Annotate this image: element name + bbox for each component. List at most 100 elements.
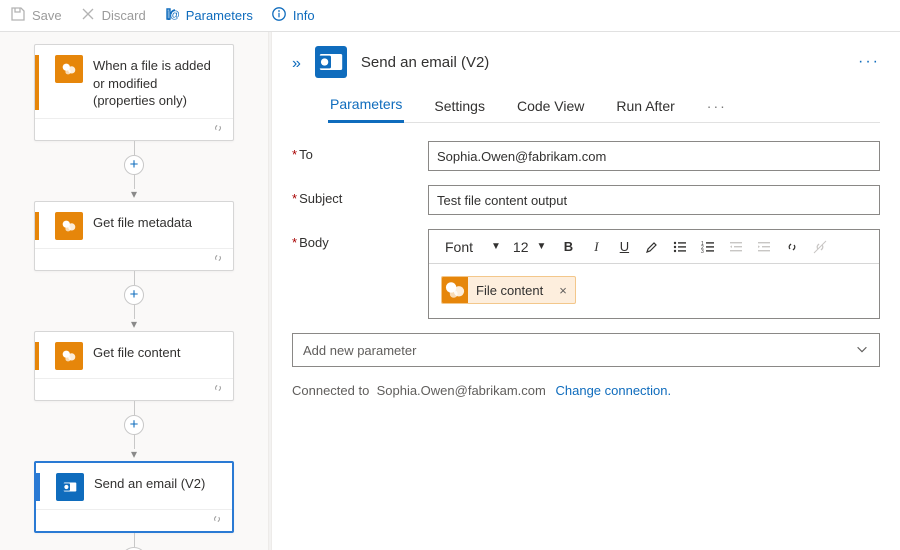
discard-button: Discard bbox=[80, 6, 146, 25]
add-step-button[interactable]: + bbox=[124, 285, 144, 305]
parameters-label: Parameters bbox=[186, 8, 253, 23]
discard-label: Discard bbox=[102, 8, 146, 23]
fontsize-select[interactable]: 12▼ bbox=[509, 235, 554, 259]
italic-button[interactable]: I bbox=[582, 233, 610, 261]
connector: + ▾ bbox=[134, 401, 135, 461]
info-icon bbox=[271, 6, 287, 25]
save-label: Save bbox=[32, 8, 62, 23]
to-input[interactable] bbox=[428, 141, 880, 171]
tab-codeview[interactable]: Code View bbox=[515, 90, 586, 122]
connector: + ▾ bbox=[134, 271, 135, 331]
command-bar: Save Discard [@] Parameters Info bbox=[0, 0, 900, 32]
info-button[interactable]: Info bbox=[271, 6, 315, 25]
flow-card-send-email[interactable]: Send an email (V2) bbox=[34, 461, 234, 533]
link-button[interactable] bbox=[778, 233, 806, 261]
detail-title: Send an email (V2) bbox=[361, 54, 489, 71]
font-select[interactable]: Font▼ bbox=[435, 235, 509, 259]
save-icon bbox=[10, 6, 26, 25]
link-icon bbox=[211, 121, 225, 138]
token-label: File content bbox=[468, 283, 551, 298]
flow-card-get-content[interactable]: Get file content bbox=[34, 331, 234, 401]
field-body: *Body Font▼ 12▼ B I U 123 bbox=[292, 229, 880, 319]
remove-token-button[interactable]: × bbox=[551, 283, 575, 298]
detail-tabs: Parameters Settings Code View Run After … bbox=[328, 88, 880, 123]
rte-toolbar: Font▼ 12▼ B I U 123 bbox=[429, 230, 879, 264]
indent-button[interactable] bbox=[750, 233, 778, 261]
chevron-down-icon bbox=[855, 342, 869, 359]
body-input[interactable]: File content × bbox=[429, 264, 879, 318]
flow-card-trigger[interactable]: When a file is added or modified (proper… bbox=[34, 44, 234, 141]
underline-button[interactable]: U bbox=[610, 233, 638, 261]
card-title: Get file metadata bbox=[93, 212, 223, 232]
chevron-down-icon: ▾ bbox=[131, 187, 137, 201]
field-to: *To bbox=[292, 141, 880, 171]
card-title: Get file content bbox=[93, 342, 223, 362]
bullet-list-button[interactable] bbox=[666, 233, 694, 261]
connector-end: + bbox=[134, 533, 135, 550]
tab-parameters[interactable]: Parameters bbox=[328, 88, 404, 123]
discard-icon bbox=[80, 6, 96, 25]
add-step-button[interactable]: + bbox=[124, 155, 144, 175]
bold-button[interactable]: B bbox=[554, 233, 582, 261]
collapse-pane-button[interactable]: » bbox=[292, 51, 301, 73]
sharepoint-icon bbox=[55, 342, 83, 370]
card-title: When a file is added or modified (proper… bbox=[93, 55, 223, 110]
tab-more[interactable]: ··· bbox=[705, 90, 729, 122]
add-parameter-label: Add new parameter bbox=[303, 343, 416, 358]
highlight-button[interactable] bbox=[638, 233, 666, 261]
tab-runafter[interactable]: Run After bbox=[614, 90, 676, 122]
link-icon bbox=[210, 512, 224, 529]
main-layout: When a file is added or modified (proper… bbox=[0, 32, 900, 550]
chevron-down-icon: ▼ bbox=[537, 241, 547, 252]
sharepoint-icon bbox=[55, 212, 83, 240]
card-accent bbox=[35, 342, 39, 370]
connection-account: Sophia.Owen@fabrikam.com bbox=[377, 383, 546, 398]
flow-designer-pane: When a file is added or modified (proper… bbox=[0, 32, 268, 550]
add-parameter-dropdown[interactable]: Add new parameter bbox=[292, 333, 880, 367]
tab-settings[interactable]: Settings bbox=[432, 90, 487, 122]
outlook-icon bbox=[315, 46, 347, 78]
connection-prefix: Connected to bbox=[292, 383, 369, 398]
unlink-button[interactable] bbox=[806, 233, 834, 261]
required-indicator: * bbox=[292, 147, 297, 162]
svg-text:3: 3 bbox=[701, 249, 704, 255]
dynamic-content-token[interactable]: File content × bbox=[441, 276, 576, 304]
card-accent bbox=[36, 473, 40, 501]
parameters-form: *To *Subject *Body Font▼ 12▼ B I bbox=[292, 141, 880, 398]
subject-input[interactable] bbox=[428, 185, 880, 215]
sharepoint-icon bbox=[442, 277, 468, 303]
to-label: To bbox=[299, 147, 313, 162]
card-title: Send an email (V2) bbox=[94, 473, 222, 493]
subject-label: Subject bbox=[299, 191, 342, 206]
chevron-down-icon: ▾ bbox=[131, 317, 137, 331]
flow-card-get-metadata[interactable]: Get file metadata bbox=[34, 201, 234, 271]
card-accent bbox=[35, 55, 39, 110]
body-label: Body bbox=[299, 235, 329, 250]
outlook-icon bbox=[56, 473, 84, 501]
change-connection-link[interactable]: Change connection. bbox=[555, 383, 671, 398]
required-indicator: * bbox=[292, 191, 297, 206]
connection-info: Connected to Sophia.Owen@fabrikam.com Ch… bbox=[292, 383, 880, 398]
add-step-button[interactable]: + bbox=[121, 547, 147, 550]
info-label: Info bbox=[293, 8, 315, 23]
card-accent bbox=[35, 212, 39, 240]
parameters-icon: [@] bbox=[164, 6, 180, 25]
number-list-button[interactable]: 123 bbox=[694, 233, 722, 261]
detail-header: » Send an email (V2) ··· bbox=[292, 46, 880, 78]
chevron-down-icon: ▼ bbox=[491, 241, 501, 252]
required-indicator: * bbox=[292, 235, 297, 250]
sharepoint-icon bbox=[55, 55, 83, 83]
action-detail-pane: » Send an email (V2) ··· Parameters Sett… bbox=[272, 32, 900, 550]
more-actions-button[interactable]: ··· bbox=[858, 53, 880, 71]
parameters-button[interactable]: [@] Parameters bbox=[164, 6, 253, 25]
connector: + ▾ bbox=[134, 141, 135, 201]
link-icon bbox=[211, 251, 225, 268]
chevron-down-icon: ▾ bbox=[131, 447, 137, 461]
svg-text:[@]: [@] bbox=[167, 10, 180, 21]
link-icon bbox=[211, 381, 225, 398]
outdent-button[interactable] bbox=[722, 233, 750, 261]
save-button: Save bbox=[10, 6, 62, 25]
add-step-button[interactable]: + bbox=[124, 415, 144, 435]
body-editor: Font▼ 12▼ B I U 123 bbox=[428, 229, 880, 319]
field-subject: *Subject bbox=[292, 185, 880, 215]
